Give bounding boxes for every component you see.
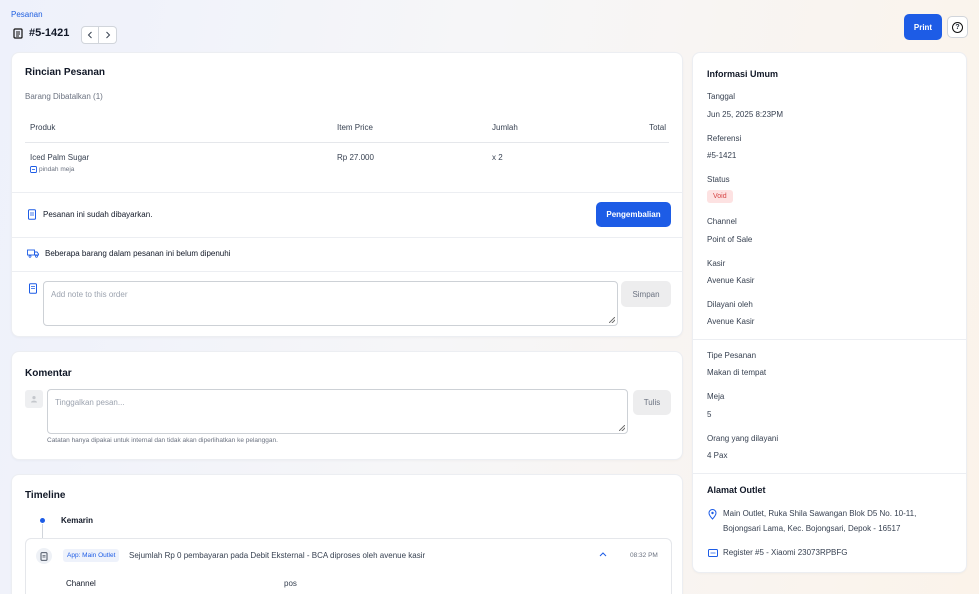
item-note-text: pindah meja (39, 166, 75, 173)
guests-label: Orang yang dilayani (707, 434, 779, 443)
date-value: Jun 25, 2025 8:23PM (707, 110, 784, 119)
divider (693, 339, 966, 340)
outlet-title: Alamat Outlet (707, 485, 766, 495)
app-tag: App: Main Outlet (63, 549, 120, 562)
user-icon (31, 396, 37, 403)
timeline-entry-time: 08:32 PM (630, 552, 658, 559)
resize-handle[interactable] (609, 317, 615, 323)
chevron-left-icon (87, 31, 92, 39)
comments-card: Komentar Tinggalkan pesan... Tulis Catat… (11, 351, 683, 460)
comment-placeholder: Tinggalkan pesan... (55, 398, 125, 407)
divider (12, 271, 682, 272)
reference-value: #5-1421 (707, 151, 737, 160)
paid-status-row: Pesanan ini sudah dibayarkan. (27, 209, 152, 220)
next-order-button[interactable] (99, 26, 117, 44)
general-info-title: Informasi Umum (707, 69, 779, 79)
receipt-icon (13, 27, 23, 39)
timeline-entry-icon (36, 548, 52, 564)
comment-hint: Catatan hanya dipakai untuk internal dan… (47, 437, 278, 444)
avatar (25, 390, 43, 408)
save-note-button[interactable]: Simpan (621, 281, 671, 307)
note-icon (30, 166, 37, 173)
note-icon (28, 283, 38, 296)
cashier-label: Kasir (707, 259, 726, 268)
help-icon: ? (952, 21, 963, 33)
column-header-product: Produk (30, 123, 56, 132)
chevron-up-icon (599, 552, 607, 557)
print-button[interactable]: Print (904, 14, 942, 40)
general-info-card: Informasi Umum Tanggal Jun 25, 2025 8:23… (692, 52, 967, 573)
reference-label: Referensi (707, 134, 742, 143)
truck-icon (27, 249, 39, 258)
outlet-address-line2: Bojongsari Lama, Kec. Bojongsari, Depok … (723, 524, 901, 533)
table-header-divider (25, 142, 669, 143)
detail-value: pos (284, 579, 297, 588)
status-label: Status (707, 175, 730, 184)
column-header-price: Item Price (337, 123, 374, 132)
help-button[interactable]: ? (947, 16, 968, 38)
date-label: Tanggal (707, 92, 736, 101)
divider (12, 237, 682, 238)
location-icon (708, 509, 717, 522)
order-note-placeholder: Add note to this order (51, 290, 128, 299)
timeline-entry[interactable]: App: Main Outlet Sejumlah Rp 0 pembayara… (25, 538, 672, 594)
unfulfilled-row: Beberapa barang dalam pesanan ini belum … (27, 249, 230, 258)
product-name: Iced Palm Sugar (30, 153, 90, 162)
item-note: pindah meja (30, 166, 74, 173)
order-details-title: Rincian Pesanan (25, 67, 106, 78)
order-details-card: Rincian Pesanan Barang Dibatalkan (1) Pr… (11, 52, 683, 337)
column-header-qty: Jumlah (492, 123, 518, 132)
divider (693, 473, 966, 474)
item-price: Rp 27.000 (337, 153, 374, 162)
timeline-card: Timeline Kemarin App: Main Outlet Sejuml… (11, 474, 683, 594)
order-navigation (81, 26, 117, 44)
comment-input[interactable]: Tinggalkan pesan... (47, 389, 628, 434)
register-icon (708, 549, 718, 559)
collapse-entry-button[interactable] (599, 550, 607, 559)
status-badge: Void (707, 190, 733, 203)
post-comment-button[interactable]: Tulis (633, 390, 671, 415)
order-type-value: Makan di tempat (707, 368, 767, 377)
served-by-value: Avenue Kasir (707, 317, 755, 326)
breadcrumb[interactable]: Pesanan (11, 10, 43, 19)
served-by-label: Dilayani oleh (707, 300, 753, 309)
table-value: 5 (707, 410, 712, 419)
paid-message: Pesanan ini sudah dibayarkan. (43, 210, 153, 219)
channel-label: Channel (707, 217, 737, 226)
detail-key: Channel (66, 579, 96, 588)
unfulfilled-message: Beberapa barang dalam pesanan ini belum … (45, 249, 231, 258)
refund-button[interactable]: Pengembalian (596, 202, 671, 227)
item-qty: x 2 (492, 153, 503, 162)
cancelled-items-label: Barang Dibatalkan (1) (25, 92, 103, 101)
timeline-dot (40, 518, 45, 523)
order-note-input[interactable]: Add note to this order (43, 281, 618, 326)
guests-value: 4 Pax (707, 451, 728, 460)
cashier-value: Avenue Kasir (707, 276, 755, 285)
timeline-title: Timeline (25, 490, 66, 501)
register-text: Register #5 - Xiaomi 23073RPBFG (723, 548, 848, 557)
comments-title: Komentar (25, 368, 72, 379)
previous-order-button[interactable] (81, 26, 99, 44)
divider (12, 192, 682, 193)
resize-handle[interactable] (619, 425, 625, 431)
column-header-total: Total (649, 123, 666, 132)
order-id: #5-1421 (29, 27, 70, 39)
timeline-day-label: Kemarin (61, 516, 94, 525)
outlet-address-line1: Main Outlet, Ruka Shila Sawangan Blok D5… (723, 509, 917, 518)
chevron-right-icon (105, 31, 110, 39)
table-label: Meja (707, 392, 725, 401)
receipt-icon (40, 551, 48, 561)
page-title: #5-1421 (13, 27, 69, 39)
timeline-entry-text: Sejumlah Rp 0 pembayaran pada Debit Ekst… (129, 551, 426, 560)
order-type-label: Tipe Pesanan (707, 351, 757, 360)
receipt-icon (28, 209, 36, 220)
channel-value: Point of Sale (707, 235, 753, 244)
